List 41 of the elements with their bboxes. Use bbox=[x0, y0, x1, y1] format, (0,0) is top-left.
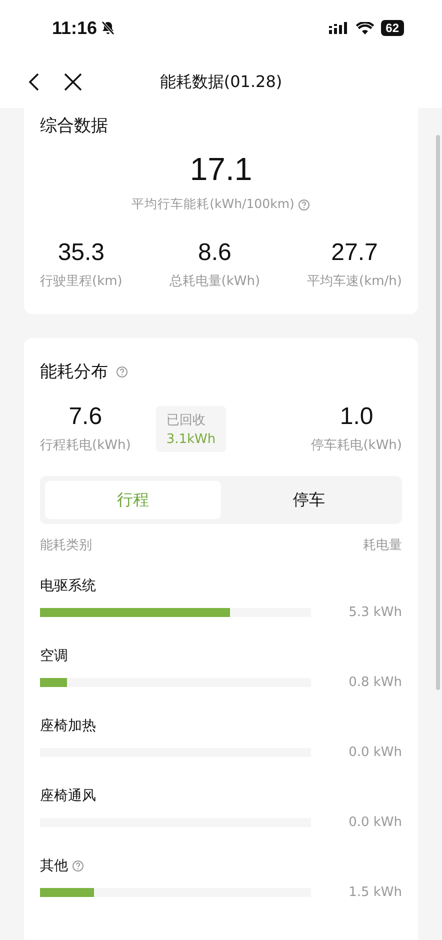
stat-value: 7.6 bbox=[68, 403, 102, 431]
section-title: 能耗分布 bbox=[40, 361, 108, 383]
stat-value: 35.3 bbox=[58, 239, 105, 267]
recovered-value: 3.1kWh bbox=[166, 432, 216, 446]
column-header: 耗电量 bbox=[363, 537, 402, 554]
stat-label: 行驶里程(km) bbox=[40, 273, 122, 290]
energy-reading: 0.8 kWh bbox=[348, 674, 402, 690]
stat-value: 1.0 bbox=[340, 403, 374, 431]
energy-reading: 0.0 kWh bbox=[348, 744, 402, 760]
category-label: 座椅加热 bbox=[40, 717, 96, 735]
energy-reading: 1.5 kWh bbox=[348, 884, 402, 900]
stat-value: 27.7 bbox=[331, 239, 378, 267]
stat-value: 8.6 bbox=[198, 239, 232, 267]
category-label: 电驱系统 bbox=[40, 577, 96, 595]
wifi-icon bbox=[356, 22, 374, 34]
stat-label: 总耗电量(kWh) bbox=[169, 273, 260, 290]
help-icon[interactable] bbox=[116, 366, 128, 378]
stat-label: 平均行车能耗(kWh/100km) bbox=[132, 196, 294, 213]
back-button[interactable] bbox=[28, 72, 40, 92]
category-label: 座椅通风 bbox=[40, 787, 96, 805]
section-title: 综合数据 bbox=[40, 115, 109, 137]
recovered-label: 已回收 bbox=[166, 412, 206, 428]
battery-indicator: 62 bbox=[380, 20, 404, 36]
category-label: 空调 bbox=[40, 647, 68, 665]
signal-icon bbox=[328, 22, 349, 34]
stat-label: 停车耗电(kWh) bbox=[311, 437, 402, 454]
energy-reading: 5.3 kWh bbox=[348, 604, 402, 620]
energy-reading: 0.0 kWh bbox=[348, 814, 402, 830]
stat-label: 行程耗电(kWh) bbox=[40, 437, 131, 454]
page-title: 能耗数据(01.28) bbox=[160, 72, 282, 92]
tab[interactable]: 停车 bbox=[221, 481, 397, 519]
help-icon[interactable] bbox=[72, 860, 84, 872]
column-header: 能耗类别 bbox=[40, 537, 92, 554]
status-time: 11:16 bbox=[52, 18, 98, 38]
muted-bell-icon bbox=[100, 20, 116, 36]
help-icon[interactable] bbox=[298, 198, 310, 210]
close-button[interactable] bbox=[64, 73, 82, 91]
category-label: 其他 bbox=[40, 857, 68, 875]
stat-value: 17.1 bbox=[188, 151, 254, 188]
scrollbar[interactable] bbox=[436, 135, 440, 690]
stat-label: 平均车速(km/h) bbox=[307, 273, 402, 290]
